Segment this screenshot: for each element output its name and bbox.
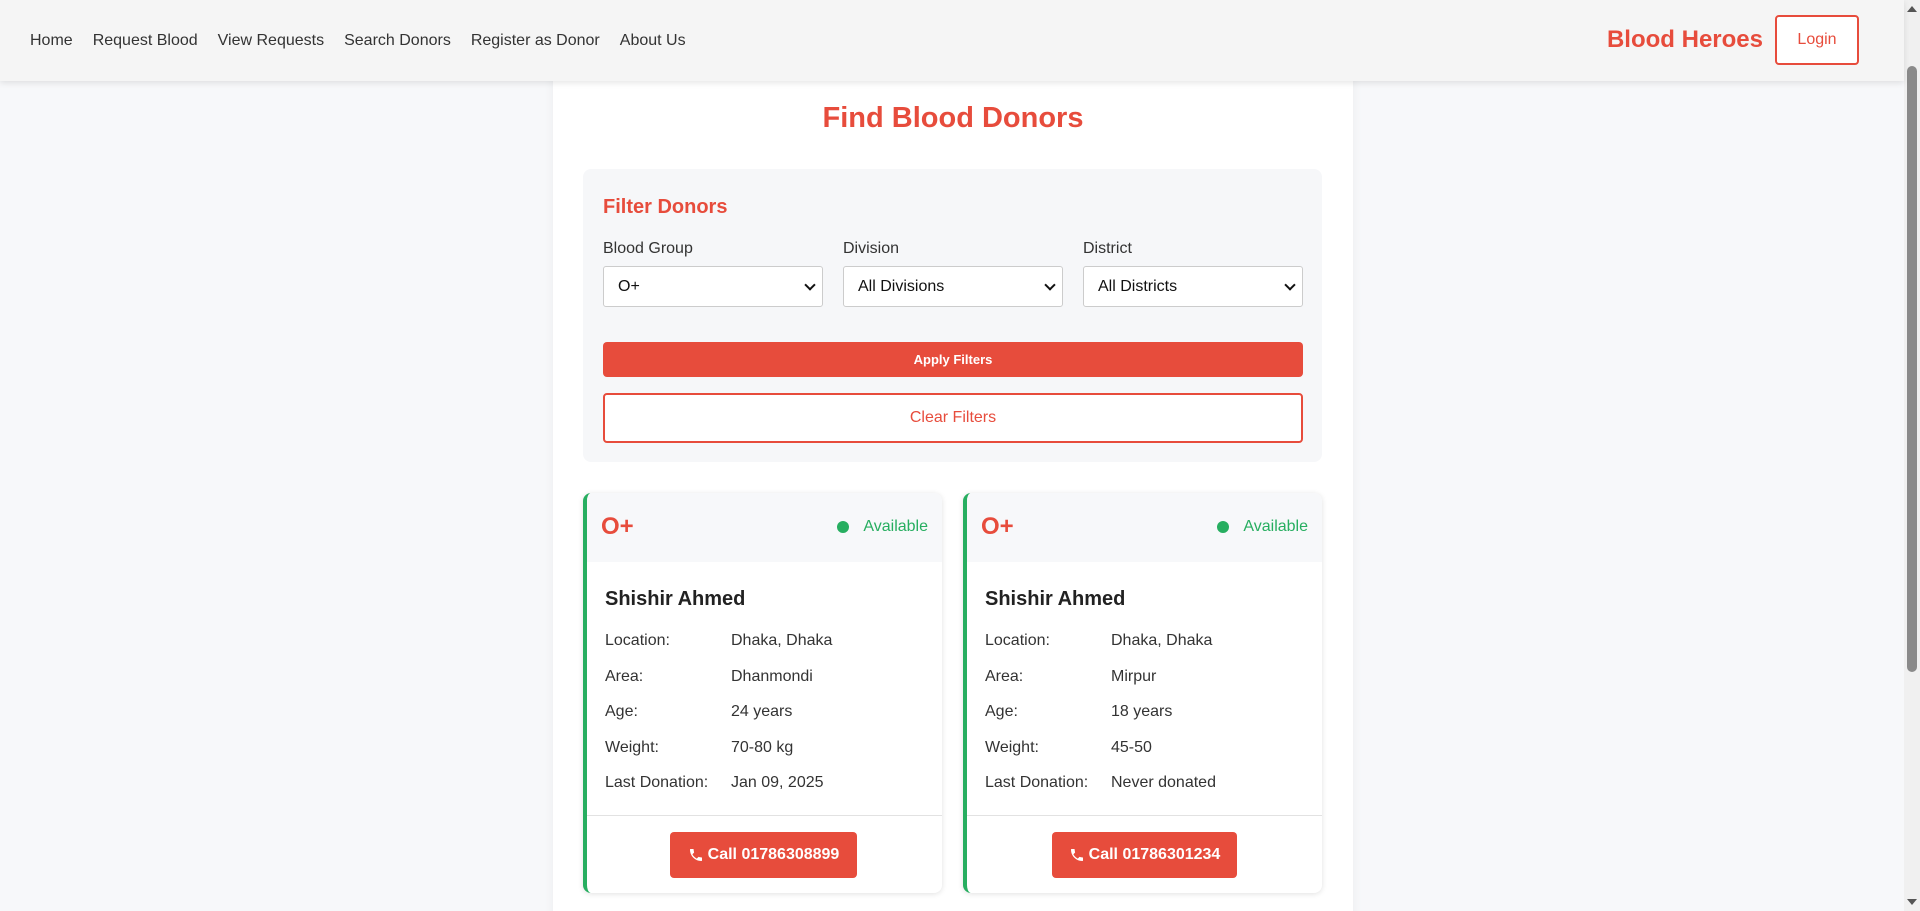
page-title: Find Blood Donors: [822, 102, 1084, 134]
blood-group-field: Blood Group O+: [603, 240, 823, 307]
chevron-down-icon: [804, 278, 816, 291]
call-donor-button[interactable]: Call 01786308899: [670, 832, 857, 878]
status-dot-icon: [837, 521, 850, 533]
chevron-down-icon: [1284, 278, 1296, 291]
age-value: 18 years: [1111, 703, 1173, 720]
weight-value: 70-80 kg: [731, 739, 794, 756]
area-value: Mirpur: [1111, 668, 1157, 685]
call-button-label: Call 01786308899: [707, 846, 840, 863]
donor-blood-group: O+: [601, 513, 634, 540]
main-container: Find Blood Donors Filter Donors Blood Gr…: [553, 60, 1353, 911]
clear-filters-button[interactable]: Clear Filters: [603, 393, 1303, 443]
area-label: Area:: [605, 668, 644, 685]
weight-value: 45-50: [1111, 739, 1152, 756]
division-field: Division All Divisions: [843, 240, 1063, 307]
status-dot-icon: [1217, 521, 1230, 533]
age-label: Age:: [605, 703, 638, 720]
last-donation-value: Never donated: [1111, 774, 1216, 791]
call-button-label: Call 01786301234: [1088, 846, 1221, 863]
filter-heading: Filter Donors: [603, 196, 728, 218]
scroll-down-icon[interactable]: [1907, 899, 1917, 905]
district-select[interactable]: All Districts: [1083, 266, 1303, 307]
blood-group-label: Blood Group: [603, 240, 693, 257]
donor-card-footer: Call 01786301234: [967, 815, 1322, 893]
weight-label: Weight:: [985, 739, 1039, 756]
age-value: 24 years: [731, 703, 793, 720]
location-label: Location:: [985, 632, 1050, 649]
call-donor-button[interactable]: Call 01786301234: [1052, 832, 1237, 878]
scrollbar-thumb[interactable]: [1907, 66, 1917, 672]
top-navbar: Home Request Blood View Requests Search …: [0, 0, 1904, 81]
last-donation-label: Last Donation:: [605, 774, 709, 791]
location-value: Dhaka, Dhaka: [731, 632, 833, 649]
district-selected: All Districts: [1098, 277, 1178, 295]
donor-status-text: Available: [863, 518, 928, 535]
location-value: Dhaka, Dhaka: [1111, 632, 1213, 649]
donor-card-header: O+ Available: [587, 493, 942, 562]
nav-link-register-donor[interactable]: Register as Donor: [471, 32, 600, 50]
filter-panel: Filter Donors Blood Group O+ Division Al…: [583, 169, 1322, 462]
weight-label: Weight:: [605, 739, 659, 756]
blood-group-select[interactable]: O+: [603, 266, 823, 307]
donor-blood-group: O+: [981, 513, 1014, 540]
age-label: Age:: [985, 703, 1018, 720]
district-label: District: [1083, 240, 1132, 257]
nav-link-about-us[interactable]: About Us: [620, 32, 686, 50]
page-scrollbar[interactable]: [1904, 0, 1920, 911]
donor-name: Shishir Ahmed: [605, 588, 746, 610]
chevron-down-icon: [1044, 278, 1056, 291]
donor-status-text: Available: [1243, 518, 1308, 535]
division-label: Division: [843, 240, 900, 257]
nav-link-request-blood[interactable]: Request Blood: [93, 32, 198, 50]
district-field: District All Districts: [1083, 240, 1303, 307]
nav-link-search-donors[interactable]: Search Donors: [344, 32, 451, 50]
area-value: Dhanmondi: [731, 668, 813, 685]
donor-card: O+ Available Shishir Ahmed Location: Dha…: [963, 493, 1322, 893]
donor-card-footer: Call 01786308899: [587, 815, 942, 893]
nav-links: Home Request Blood View Requests Search …: [30, 32, 706, 50]
area-label: Area:: [985, 668, 1024, 685]
phone-icon: [1070, 849, 1083, 861]
donor-card: O+ Available Shishir Ahmed Location: Dha…: [583, 493, 942, 893]
division-select[interactable]: All Divisions: [843, 266, 1063, 307]
donor-name: Shishir Ahmed: [985, 588, 1126, 610]
apply-filters-button[interactable]: Apply Filters: [603, 342, 1303, 377]
last-donation-label: Last Donation:: [985, 774, 1089, 791]
phone-icon: [689, 849, 702, 861]
location-label: Location:: [605, 632, 670, 649]
division-selected: All Divisions: [858, 277, 945, 295]
donor-status: Available: [1217, 518, 1308, 536]
donor-card-header: O+ Available: [967, 493, 1322, 562]
login-button[interactable]: Login: [1775, 15, 1859, 65]
blood-group-selected: O+: [618, 277, 640, 295]
nav-link-home[interactable]: Home: [30, 32, 73, 50]
scroll-up-icon[interactable]: [1907, 6, 1917, 12]
last-donation-value: Jan 09, 2025: [731, 774, 824, 791]
nav-link-view-requests[interactable]: View Requests: [218, 32, 324, 50]
brand-logo-text[interactable]: Blood Heroes: [1607, 26, 1763, 54]
donor-status: Available: [837, 518, 928, 536]
